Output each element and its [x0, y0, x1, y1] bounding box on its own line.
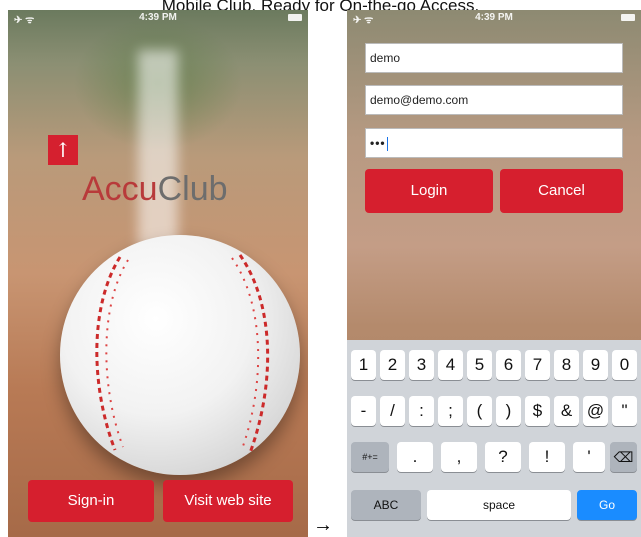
key[interactable]: $: [525, 396, 550, 426]
baseball-image: [60, 235, 300, 475]
visit-web-site-button[interactable]: Visit web site: [163, 480, 293, 522]
key[interactable]: ): [496, 396, 521, 426]
text-caret: [386, 136, 388, 151]
key[interactable]: ?: [485, 442, 521, 472]
baseball-seams: [95, 254, 270, 454]
key[interactable]: !: [529, 442, 565, 472]
space-key[interactable]: space: [427, 490, 571, 520]
sign-in-button[interactable]: Sign-in: [28, 480, 154, 522]
key[interactable]: 6: [496, 350, 521, 380]
password-value: •••: [370, 136, 386, 150]
transition-arrow: →: [313, 514, 333, 536]
status-bar: ✈ ᯤ 4:39 PM: [8, 10, 308, 28]
key[interactable]: ;: [438, 396, 463, 426]
password-field[interactable]: •••: [365, 128, 623, 158]
abc-key[interactable]: ABC: [351, 490, 421, 520]
key[interactable]: :: [409, 396, 434, 426]
key[interactable]: 3: [409, 350, 434, 380]
key[interactable]: -: [351, 396, 376, 426]
key[interactable]: 5: [467, 350, 492, 380]
logo-club: Club: [157, 170, 228, 208]
key[interactable]: ,: [441, 442, 477, 472]
status-time: 4:39 PM: [139, 12, 177, 23]
accuclub-logo-text: AccuClub: [82, 170, 228, 209]
key[interactable]: 7: [525, 350, 550, 380]
symbols-key[interactable]: #+=: [351, 442, 389, 472]
key[interactable]: 8: [554, 350, 579, 380]
on-screen-keyboard: 1 2 3 4 5 6 7 8 9 0 - / : ; ( ) $ & @ " …: [347, 340, 641, 537]
key[interactable]: @: [583, 396, 608, 426]
key[interactable]: 4: [438, 350, 463, 380]
key[interactable]: 0: [612, 350, 637, 380]
battery-icon: [621, 14, 635, 21]
key[interactable]: ": [612, 396, 637, 426]
status-bar: ✈ ᯤ 4:39 PM: [347, 10, 641, 28]
key[interactable]: /: [380, 396, 405, 426]
key[interactable]: (: [467, 396, 492, 426]
background-baseline: [138, 50, 178, 250]
cancel-button[interactable]: Cancel: [500, 169, 623, 213]
logo-accu: Accu: [82, 170, 158, 208]
login-button[interactable]: Login: [365, 169, 493, 213]
key[interactable]: &: [554, 396, 579, 426]
battery-icon: [288, 14, 302, 21]
key[interactable]: .: [397, 442, 433, 472]
splash-screen: ✈ ᯤ 4:39 PM ↑ AccuClub Sign-in Visit web…: [8, 10, 308, 537]
delete-key[interactable]: ⌫: [610, 442, 637, 472]
username-field[interactable]: demo: [365, 43, 623, 73]
email-field[interactable]: demo@demo.com: [365, 85, 623, 115]
key[interactable]: ': [573, 442, 605, 472]
login-screen: ✈ ᯤ 4:39 PM demo demo@demo.com ••• Login…: [347, 10, 641, 537]
key[interactable]: 1: [351, 350, 376, 380]
key[interactable]: 2: [380, 350, 405, 380]
status-time: 4:39 PM: [475, 12, 513, 23]
accuclub-logo-icon: ↑: [48, 135, 78, 165]
key[interactable]: 9: [583, 350, 608, 380]
go-key[interactable]: Go: [577, 490, 637, 520]
